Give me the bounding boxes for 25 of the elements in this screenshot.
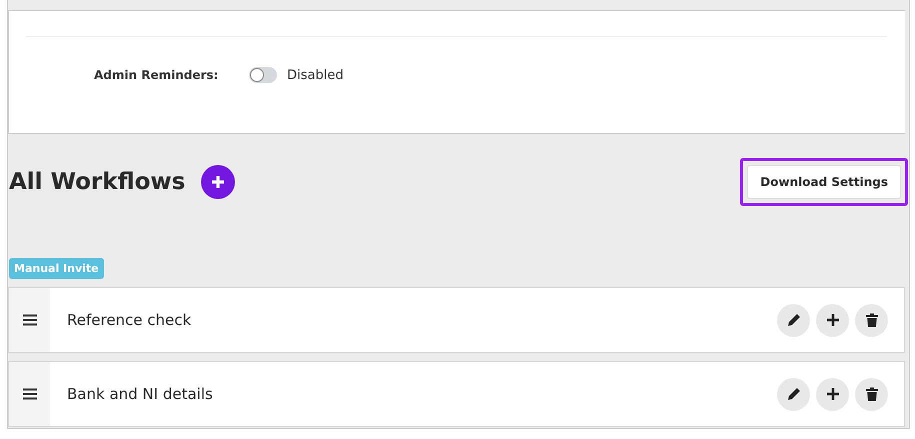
- trash-icon: [864, 386, 880, 402]
- trash-icon: [864, 312, 880, 328]
- add-button[interactable]: [816, 304, 849, 336]
- category-tag: Manual Invite: [9, 258, 104, 279]
- pencil-icon: [786, 312, 802, 328]
- menu-icon[interactable]: [22, 314, 36, 326]
- plus-icon: [824, 386, 840, 402]
- drag-handle[interactable]: [9, 288, 50, 352]
- menu-icon[interactable]: [22, 388, 36, 400]
- edit-button[interactable]: [777, 378, 810, 410]
- toggle-switch[interactable]: [249, 67, 277, 83]
- drag-handle[interactable]: [9, 362, 50, 426]
- delete-button[interactable]: [855, 304, 888, 336]
- workflow-name: Reference check: [67, 311, 192, 329]
- workflow-name: Bank and NI details: [67, 385, 214, 403]
- add-button[interactable]: [816, 378, 849, 410]
- add-icon[interactable]: [201, 165, 236, 199]
- plus-icon: [824, 312, 840, 328]
- delete-button[interactable]: [855, 378, 888, 410]
- setting-label: Admin Reminders:: [94, 68, 220, 82]
- section-title: All Workflows: [9, 169, 186, 195]
- edit-button[interactable]: [777, 304, 810, 336]
- download-button[interactable]: Download Settings: [747, 165, 901, 199]
- pencil-icon: [786, 386, 802, 402]
- toggle-status: Disabled: [287, 68, 344, 82]
